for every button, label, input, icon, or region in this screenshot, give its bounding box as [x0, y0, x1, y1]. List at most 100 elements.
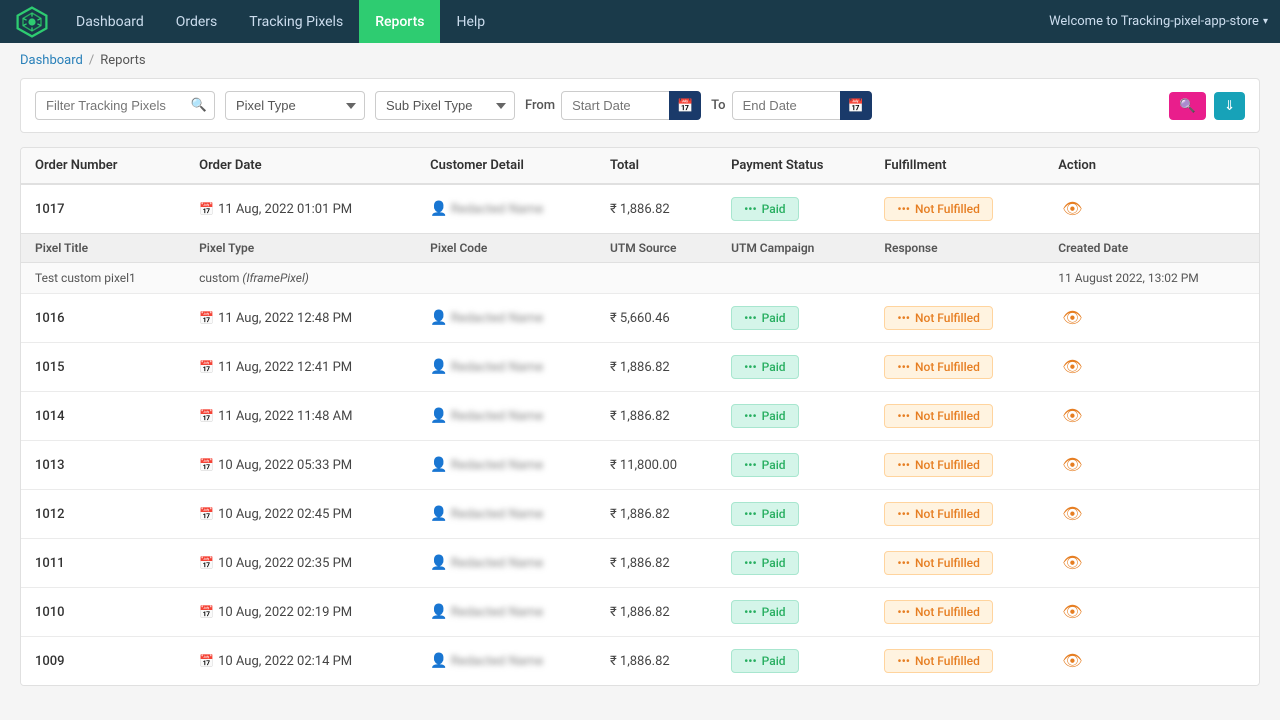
pixel-col-code: Pixel Code — [416, 234, 596, 263]
cell-order-number: 1017 — [21, 184, 185, 234]
search-button[interactable]: 🔍 — [1169, 92, 1206, 120]
cell-total: ₹ 1,886.82 — [596, 343, 717, 392]
main-content: 🔍 Pixel Type Sub Pixel Type From 📅 To 📅 … — [0, 78, 1280, 706]
pixel-cell-type: custom (IframePixel) — [185, 263, 416, 294]
breadcrumb-home[interactable]: Dashboard — [20, 53, 83, 68]
filter-actions: 🔍 ⇓ — [1169, 92, 1245, 120]
dots-icon: ••• — [897, 458, 910, 472]
date-to-group: To 📅 — [711, 91, 871, 120]
table-header-row: Order Number Order Date Customer Detail … — [21, 148, 1259, 184]
pixel-cell-response — [870, 263, 1044, 294]
table-row: 1012 📅10 Aug, 2022 02:45 PM 👤 Redacted N… — [21, 490, 1259, 539]
view-button[interactable]: 👁 — [1058, 451, 1086, 479]
nav-reports[interactable]: Reports — [359, 0, 440, 43]
payment-status-badge: ••• Paid — [731, 600, 798, 624]
end-date-calendar-button[interactable]: 📅 — [840, 91, 872, 120]
fulfillment-badge: ••• Not Fulfilled — [884, 551, 992, 575]
pixel-row: Test custom pixel1 custom (IframePixel) … — [21, 263, 1259, 294]
view-button[interactable]: 👁 — [1058, 195, 1086, 223]
cell-customer: 👤 Redacted Name — [416, 588, 596, 637]
cell-payment-status: ••• Paid — [717, 184, 870, 234]
table-row: 1010 📅10 Aug, 2022 02:19 PM 👤 Redacted N… — [21, 588, 1259, 637]
cell-total: ₹ 1,886.82 — [596, 392, 717, 441]
dots-icon: ••• — [897, 605, 910, 619]
cell-customer: 👤 Redacted Name — [416, 637, 596, 686]
view-button[interactable]: 👁 — [1058, 402, 1086, 430]
dots-icon: ••• — [897, 360, 910, 374]
cell-action: 👁 — [1044, 588, 1259, 637]
view-button[interactable]: 👁 — [1058, 598, 1086, 626]
dots-icon: ••• — [744, 360, 757, 374]
dots-icon: ••• — [897, 654, 910, 668]
pixel-col-title: Pixel Title — [21, 234, 185, 263]
main-nav: Dashboard Orders Tracking Pixels Reports… — [60, 0, 501, 43]
view-button[interactable]: 👁 — [1058, 500, 1086, 528]
pixel-cell-utm-campaign — [717, 263, 870, 294]
cell-action: 👁 — [1044, 539, 1259, 588]
search-input[interactable] — [35, 91, 215, 120]
cell-order-number: 1009 — [21, 637, 185, 686]
cell-fulfillment: ••• Not Fulfilled — [870, 441, 1044, 490]
nav-tracking-pixels[interactable]: Tracking Pixels — [233, 0, 359, 43]
payment-status-badge: ••• Paid — [731, 551, 798, 575]
dots-icon: ••• — [744, 409, 757, 423]
cell-order-date: 📅10 Aug, 2022 05:33 PM — [185, 441, 416, 490]
payment-status-badge: ••• Paid — [731, 404, 798, 428]
orders-table: Order Number Order Date Customer Detail … — [21, 148, 1259, 685]
dots-icon: ••• — [897, 409, 910, 423]
fulfillment-badge: ••• Not Fulfilled — [884, 453, 992, 477]
cell-payment-status: ••• Paid — [717, 490, 870, 539]
dots-icon: ••• — [744, 202, 757, 216]
cell-order-date: 📅11 Aug, 2022 12:48 PM — [185, 294, 416, 343]
fulfillment-badge: ••• Not Fulfilled — [884, 197, 992, 221]
cell-order-number: 1011 — [21, 539, 185, 588]
pixel-col-created-date: Created Date — [1044, 234, 1259, 263]
cell-total: ₹ 11,800.00 — [596, 441, 717, 490]
dots-icon: ••• — [744, 556, 757, 570]
table-row: 1016 📅11 Aug, 2022 12:48 PM 👤 Redacted N… — [21, 294, 1259, 343]
cell-order-date: 📅10 Aug, 2022 02:45 PM — [185, 490, 416, 539]
col-order-number: Order Number — [21, 148, 185, 184]
cell-action: 👁 — [1044, 441, 1259, 490]
view-button[interactable]: 👁 — [1058, 353, 1086, 381]
view-button[interactable]: 👁 — [1058, 304, 1086, 332]
fulfillment-badge: ••• Not Fulfilled — [884, 404, 992, 428]
export-button[interactable]: ⇓ — [1214, 92, 1245, 120]
cell-order-number: 1015 — [21, 343, 185, 392]
cell-order-number: 1014 — [21, 392, 185, 441]
cell-payment-status: ••• Paid — [717, 392, 870, 441]
cell-total: ₹ 1,886.82 — [596, 539, 717, 588]
cell-action: 👁 — [1044, 392, 1259, 441]
nav-dashboard[interactable]: Dashboard — [60, 0, 160, 43]
dots-icon: ••• — [744, 654, 757, 668]
cell-action: 👁 — [1044, 490, 1259, 539]
start-date-calendar-button[interactable]: 📅 — [669, 91, 701, 120]
pixel-type-select[interactable]: Pixel Type — [225, 91, 365, 120]
cell-fulfillment: ••• Not Fulfilled — [870, 184, 1044, 234]
breadcrumb: Dashboard / Reports — [0, 43, 1280, 78]
nav-orders[interactable]: Orders — [160, 0, 234, 43]
table-row: 1017 📅11 Aug, 2022 01:01 PM 👤 Redacted N… — [21, 184, 1259, 234]
pixel-sub-header: Pixel Title Pixel Type Pixel Code UTM So… — [21, 234, 1259, 263]
cell-fulfillment: ••• Not Fulfilled — [870, 392, 1044, 441]
cell-fulfillment: ••• Not Fulfilled — [870, 637, 1044, 686]
cell-action: 👁 — [1044, 184, 1259, 234]
cell-customer: 👤 Redacted Name — [416, 441, 596, 490]
nav-help[interactable]: Help — [440, 0, 501, 43]
dots-icon: ••• — [897, 311, 910, 325]
chevron-down-icon: ▾ — [1263, 16, 1268, 27]
payment-status-badge: ••• Paid — [731, 453, 798, 477]
view-button[interactable]: 👁 — [1058, 647, 1086, 675]
cell-action: 👁 — [1044, 637, 1259, 686]
header-welcome: Welcome to Tracking-pixel-app-store ▾ — [1049, 14, 1268, 29]
pixel-cell-created-date: 11 August 2022, 13:02 PM — [1044, 263, 1259, 294]
cell-order-date: 📅11 Aug, 2022 01:01 PM — [185, 184, 416, 234]
pixel-col-type: Pixel Type — [185, 234, 416, 263]
cell-order-date: 📅11 Aug, 2022 11:48 AM — [185, 392, 416, 441]
cell-customer: 👤 Redacted Name — [416, 539, 596, 588]
cell-payment-status: ••• Paid — [717, 637, 870, 686]
sub-pixel-type-select[interactable]: Sub Pixel Type — [375, 91, 515, 120]
view-button[interactable]: 👁 — [1058, 549, 1086, 577]
fulfillment-badge: ••• Not Fulfilled — [884, 355, 992, 379]
col-total: Total — [596, 148, 717, 184]
